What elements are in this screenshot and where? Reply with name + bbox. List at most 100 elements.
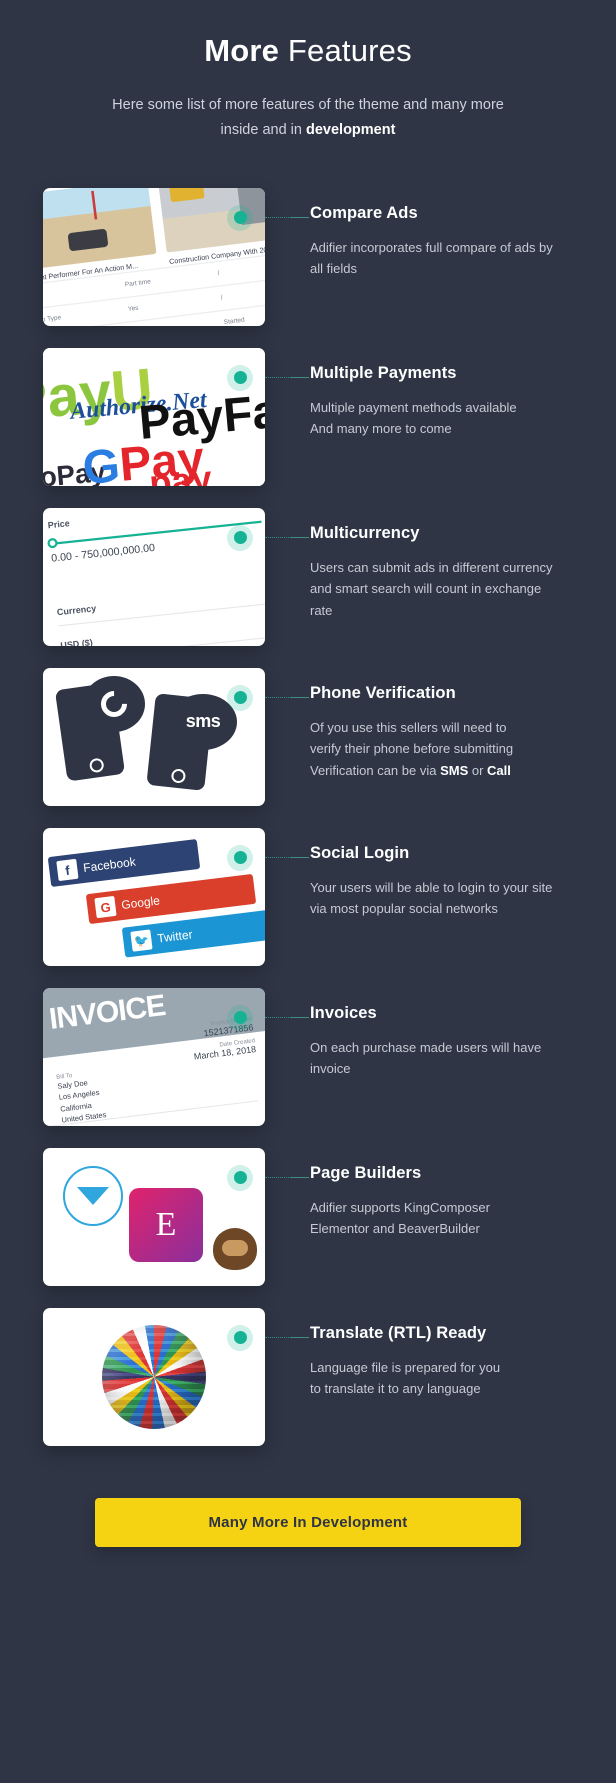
feature-title: Compare Ads	[310, 203, 418, 222]
currency-label: Currency	[56, 602, 97, 617]
feature-row-compare-ads: Stunt Performer For An Action M... Const…	[0, 187, 616, 326]
feature-title: Multiple Payments	[310, 363, 457, 382]
logo-worldpay-pay: pay	[147, 458, 214, 486]
social-bar-facebook: f Facebook	[47, 838, 201, 887]
handset-icon	[95, 685, 133, 722]
feature-text-multiple-payments: Multiple Payments Multiple payment metho…	[265, 348, 517, 441]
feature-description: Of you use this sellers will need to ver…	[310, 717, 513, 782]
page-subtitle: Here some list of more features of the t…	[50, 93, 566, 144]
feature-description: Adifier incorporates full compare of ads…	[310, 239, 553, 277]
marker-dot-icon	[227, 1004, 253, 1031]
feature-row-multicurrency: Price 0.00 - 750,000,000.00 Currency ▾ U…	[0, 507, 616, 646]
invoice-billto: Bill To Saly Doe Los Angeles California …	[56, 1069, 107, 1125]
feature-row-invoices: INVOICE Invoice Number 1521371856 Date C…	[0, 987, 616, 1126]
feature-image-multiple-payments: PayU Authorize.Net PayFast GoPay GPay wo…	[43, 347, 265, 486]
marker-dot-icon	[227, 844, 253, 871]
feature-image-page-builders: E	[43, 1147, 265, 1286]
elementor-icon: E	[129, 1187, 203, 1262]
marker-dot-icon	[227, 1164, 253, 1191]
kingcomposer-icon	[63, 1165, 123, 1226]
connector-line	[265, 856, 309, 858]
social-label: Twitter	[156, 926, 194, 946]
feature-description: On each purchase made users will have in…	[310, 1039, 542, 1077]
facebook-icon: f	[56, 858, 79, 881]
feature-title: Invoices	[310, 1003, 377, 1022]
compare-cell-v1: Part time	[124, 277, 152, 289]
feature-text-phone-verification: Phone Verification Of you use this selle…	[265, 668, 513, 782]
many-more-in-development-button[interactable]: Many More In Development	[95, 1497, 521, 1547]
twitter-icon: 🐦	[130, 928, 153, 952]
social-label: Google	[120, 892, 161, 912]
feature-image-compare-ads: Stunt Performer For An Action M... Const…	[43, 187, 265, 326]
sms-label: sms	[185, 711, 221, 731]
google-icon: G	[94, 895, 117, 918]
page-subtitle-line1: Here some list of more features of the t…	[112, 96, 504, 113]
feature-desc-line: And many more to come	[310, 421, 452, 437]
feature-text-translate-rtl: Translate (RTL) Ready Language file is p…	[265, 1308, 500, 1401]
connector-line	[265, 1336, 309, 1338]
feature-row-page-builders: E Page Builders Adifier supports KingCom…	[0, 1147, 616, 1286]
feature-title: Multicurrency	[310, 523, 420, 542]
marker-dot-icon	[227, 524, 253, 551]
page-subtitle-bold: development	[306, 122, 396, 139]
feature-title: Translate (RTL) Ready	[310, 1323, 487, 1342]
feature-text-compare-ads: Compare Ads Adifier incorporates full co…	[265, 188, 562, 281]
price-slider-knob	[46, 537, 59, 549]
call-bubble-icon	[83, 675, 145, 740]
connector-line	[265, 1176, 309, 1178]
compare-cell-label	[43, 282, 115, 300]
social-label: Facebook	[82, 854, 137, 875]
or-keyword: or	[468, 763, 488, 779]
feature-row-multiple-payments: PayU Authorize.Net PayFast GoPay GPay wo…	[0, 347, 616, 486]
compare-cell-label: Job Type	[43, 313, 62, 325]
feature-image-multicurrency: Price 0.00 - 750,000,000.00 Currency ▾ U…	[43, 507, 265, 646]
feature-text-social-login: Social Login Your users will be able to …	[265, 828, 562, 921]
feature-description: Adifier supports KingComposer Elementor …	[310, 1197, 490, 1241]
feature-desc-line: verify their phone before submitting	[310, 741, 514, 757]
connector-line	[265, 1016, 309, 1018]
compare-cell-v1: Yes	[127, 304, 139, 314]
feature-desc-line: Elementor and BeaverBuilder	[310, 1221, 480, 1237]
marker-dot-icon	[227, 364, 253, 391]
feature-image-translate-rtl	[43, 1307, 265, 1446]
cta-section: Many More In Development	[0, 1468, 616, 1591]
feature-text-page-builders: Page Builders Adifier supports KingCompo…	[265, 1148, 490, 1241]
page-title-rest: Features	[279, 33, 412, 68]
feature-description: Language file is prepared for you to tra…	[310, 1357, 500, 1401]
feature-description: Multiple payment methods available And m…	[310, 397, 517, 441]
feature-title: Social Login	[310, 843, 410, 862]
page-title: More Features	[50, 32, 566, 71]
feature-title: Page Builders	[310, 1163, 422, 1182]
feature-description: Your users will be able to login to your…	[310, 879, 553, 917]
feature-desc-line: Of you use this sellers will need to	[310, 719, 507, 735]
feature-image-invoices: INVOICE Invoice Number 1521371856 Date C…	[43, 987, 265, 1126]
beaverbuilder-icon	[213, 1227, 257, 1270]
feature-desc-line: Multiple payment methods available	[310, 399, 517, 415]
connector-line	[265, 216, 309, 218]
connector-line	[265, 696, 309, 698]
feature-desc-line: Adifier supports KingComposer	[310, 1199, 490, 1215]
feature-row-phone-verification: sms Phone Verification Of you use this s…	[0, 667, 616, 806]
feature-image-phone-verification: sms	[43, 667, 265, 806]
hero-section: More Features Here some list of more fea…	[0, 0, 616, 144]
feature-desc-line: Language file is prepared for you	[310, 1359, 501, 1375]
feature-description: Users can submit ads in different curren…	[310, 559, 553, 619]
call-keyword: Call	[487, 763, 511, 779]
marker-dot-icon	[227, 684, 253, 711]
connector-line	[265, 536, 309, 538]
connector-line	[265, 376, 309, 378]
feature-title: Phone Verification	[310, 683, 456, 702]
compare-cell-v2: /	[217, 269, 221, 278]
flag-globe-icon	[102, 1324, 206, 1429]
feature-text-multicurrency: Multicurrency Users can submit ads in di…	[265, 508, 562, 622]
billto-value: Saly Doe Los Angeles California United S…	[56, 1077, 107, 1124]
feature-text-invoices: Invoices On each purchase made users wil…	[265, 988, 562, 1081]
compare-cell-v2: /	[220, 293, 224, 302]
currency-value: USD ($)	[59, 636, 94, 646]
feature-desc-line: Verification can be via	[310, 763, 441, 779]
page-subtitle-line2: inside and in	[220, 122, 306, 139]
feature-row-translate-rtl: Translate (RTL) Ready Language file is p…	[0, 1307, 616, 1446]
elementor-glyph: E	[155, 1205, 177, 1243]
sms-keyword: SMS	[440, 763, 469, 779]
feature-desc-line: to translate it to any language	[310, 1381, 481, 1397]
